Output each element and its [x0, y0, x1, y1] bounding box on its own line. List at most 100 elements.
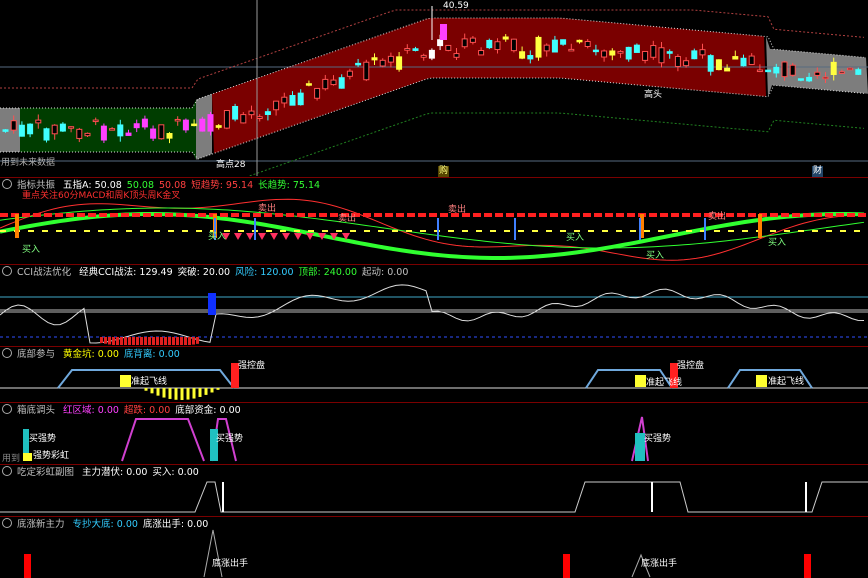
yellow-block [756, 375, 767, 387]
resonance-thick-line [0, 212, 865, 260]
header-field: 顶部: 240.00 [298, 267, 357, 278]
candle [76, 128, 83, 139]
bottom-participation-header: 底部参与 黄金坑: 0.00 底背离: 0.00 [2, 348, 190, 361]
bottom-participation-pane[interactable]: 底部参与 黄金坑: 0.00 底背离: 0.00 准起飞线 强控盘 强控盘 准起飞… [0, 347, 868, 401]
trapezoid [121, 418, 205, 462]
settings-gear-icon[interactable] [2, 266, 12, 276]
candle [182, 119, 189, 131]
candle [609, 50, 616, 56]
red-signal-bar [24, 554, 31, 578]
candle [305, 83, 312, 86]
candle [256, 116, 263, 120]
rainbow-pane[interactable]: 吃定彩虹副图 主力潜伏: 0.00 买入: 0.00 [0, 465, 868, 515]
header-field: 风险: 120.00 [235, 267, 294, 278]
buy-strong-label: 买强势 [216, 434, 244, 444]
candle [748, 55, 755, 65]
header-field: 专抄大底: 0.00 [72, 519, 138, 530]
red-signal-bar [804, 554, 811, 578]
box-bottom-title: 箱底调头 [17, 405, 56, 416]
strong-rainbow-label: 强势彩虹 [33, 451, 70, 461]
candle [338, 77, 345, 89]
strong-control-label: 强控盘 [677, 361, 705, 371]
candle [346, 70, 353, 77]
candle [658, 47, 665, 64]
candle [191, 123, 198, 127]
cci-bar [196, 337, 199, 344]
candle [51, 124, 58, 135]
candle [281, 96, 288, 104]
candlestick-canvas[interactable] [0, 0, 868, 176]
candle [445, 44, 452, 51]
buy-label: 买入 [768, 238, 787, 248]
header-field: 黄金坑: 0.00 [63, 349, 119, 360]
header-field: 买入: 0.00 [152, 467, 199, 478]
candle [732, 56, 739, 60]
candle [428, 49, 435, 59]
takeoff-label: 准起飞线 [131, 377, 168, 387]
buy-strong-label: 买强势 [644, 434, 672, 444]
new-main-force-header: 底涨新主力 专抄大底: 0.00 底涨出手: 0.00 [2, 518, 218, 531]
cci-bar [124, 337, 127, 345]
candle [486, 39, 493, 49]
candle [232, 105, 239, 120]
candle [584, 41, 591, 47]
diamond-mark [294, 233, 302, 240]
candle [592, 49, 599, 53]
candle [814, 71, 821, 76]
candle [437, 39, 444, 47]
candle [502, 36, 509, 40]
cci-bar [128, 337, 131, 345]
candle [248, 110, 255, 116]
buy-label: 买入 [566, 233, 585, 243]
candle [724, 67, 731, 72]
resonance-title: 指标共振 [17, 180, 56, 191]
future-data-text: 用到未来数据 [1, 158, 56, 168]
candle [59, 123, 66, 132]
candle [240, 114, 247, 124]
settings-gear-icon[interactable] [2, 179, 12, 189]
cci-bar [104, 337, 107, 344]
candle [543, 44, 550, 52]
candle [322, 78, 329, 90]
cci-pane[interactable]: CCI战法优化 经典CCI战法: 129.49 突破: 20.00 风险: 120.… [0, 265, 868, 345]
candle [625, 46, 632, 60]
buy-marker: 购 [438, 166, 450, 177]
candle [527, 55, 534, 60]
bottom-participation-title: 底部参与 [17, 349, 56, 360]
candle [674, 55, 681, 67]
candle [822, 76, 829, 80]
settings-gear-icon[interactable] [2, 348, 12, 358]
settings-gear-icon[interactable] [2, 518, 12, 528]
indicator-resonance-pane[interactable]: 指标共振 五指A: 50.08 50.08 50.08 短趋势: 95.14 长趋势: … [0, 178, 868, 263]
band-red [212, 18, 766, 154]
candle [18, 124, 25, 137]
cci-line [0, 284, 865, 344]
settings-gear-icon[interactable] [2, 466, 12, 476]
candle [141, 118, 148, 128]
diamond-mark [306, 233, 314, 240]
main-price-chart[interactable]: 40.59 高点28 高头 用到未来数据 购 财 [0, 0, 868, 177]
cci-bar [112, 337, 115, 345]
cci-bar [160, 337, 163, 345]
settings-gear-icon[interactable] [2, 404, 12, 414]
rainbow-step-line [0, 481, 868, 513]
candle [560, 39, 567, 45]
candle [207, 114, 214, 132]
candle [806, 76, 813, 82]
candle [535, 36, 542, 58]
sell-label: 卖出 [338, 214, 357, 224]
candle [314, 87, 321, 99]
box-bottom-pane[interactable]: 箱底调头 红区域: 0.00 超跌: 0.00 底部资金: 0.00 买强势 强势彩… [0, 403, 868, 464]
new-main-force-pane[interactable]: 底涨新主力 专抄大底: 0.00 底涨出手: 0.00 底涨出手 底涨出手 [0, 517, 868, 578]
signal-bar [758, 214, 762, 238]
diamond-mark [282, 233, 290, 240]
candle [68, 126, 75, 129]
candle [43, 128, 50, 141]
candle [601, 50, 608, 58]
header-field: 经典CCI战法: 129.49 [79, 267, 173, 278]
candle [666, 51, 673, 54]
cci-bar [180, 337, 183, 345]
yellow-block [23, 453, 32, 461]
cci-title: CCI战法优化 [17, 267, 72, 278]
cci-header: CCI战法优化 经典CCI战法: 129.49 突破: 20.00 风险: 120.… [2, 266, 418, 279]
